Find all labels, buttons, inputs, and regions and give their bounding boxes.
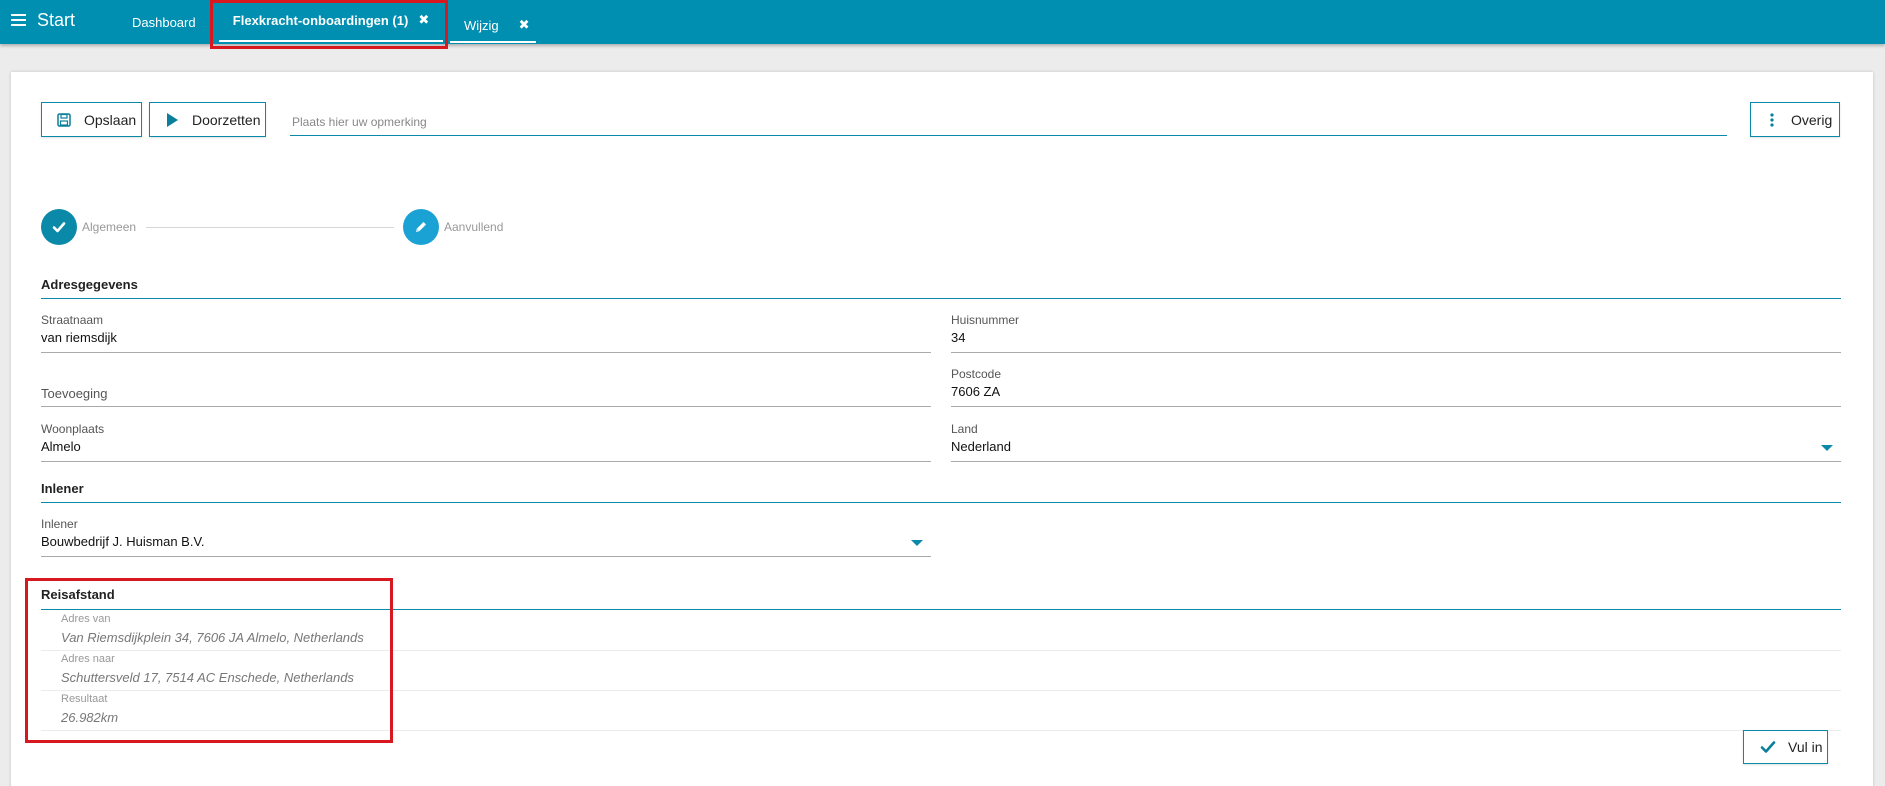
field-label: Land <box>951 422 978 436</box>
save-button[interactable]: Opslaan <box>41 102 142 137</box>
step-aanvullend[interactable] <box>403 209 439 245</box>
check-icon <box>1758 740 1778 754</box>
field-label: Huisnummer <box>951 313 1020 327</box>
suffix-field[interactable]: Toevoeging <box>41 367 931 407</box>
tab-label: Flexkracht-onboardingen (1) <box>232 12 409 28</box>
section-divider <box>41 609 1841 610</box>
floppy-disk-icon <box>54 112 74 127</box>
row-label: Adres van <box>61 613 111 625</box>
top-bar: Start Dashboard Flexkracht-onboardingen … <box>0 0 1885 44</box>
vertical-dots-icon <box>1767 112 1777 127</box>
row-value: Van Riemsdijkplein 34, 7606 JA Almelo, N… <box>61 630 364 645</box>
inlener-select[interactable]: Inlener Bouwbedrijf J. Huisman B.V. <box>41 517 931 557</box>
street-field[interactable]: Straatnaam van riemsdijk <box>41 313 931 353</box>
dropdown-arrow-icon[interactable] <box>911 540 923 546</box>
more-button[interactable]: Overig <box>1750 102 1840 137</box>
remark-input[interactable] <box>290 108 1727 136</box>
tab-dashboard[interactable]: Dashboard <box>132 0 196 44</box>
section-title-address: Adresgegevens <box>41 277 138 292</box>
fill-in-button[interactable]: Vul in <box>1743 730 1828 764</box>
more-label: Overig <box>1791 111 1833 128</box>
tab-flexkracht-onboardingen[interactable]: Flexkracht-onboardingen (1) ✖ <box>219 0 443 42</box>
field-value: Almelo <box>41 439 81 454</box>
save-label: Opslaan <box>84 111 137 128</box>
postcode-field[interactable]: Postcode 7606 ZA <box>951 367 1841 407</box>
travel-row-to: Adres naar Schuttersveld 17, 7514 AC Ens… <box>41 651 1841 691</box>
close-icon[interactable]: ✖ <box>519 17 530 33</box>
row-label: Adres naar <box>61 653 115 665</box>
field-label: Toevoeging <box>41 386 108 401</box>
section-divider <box>41 502 1841 503</box>
stepper-line <box>146 227 394 228</box>
tab-label: Dashboard <box>132 14 196 30</box>
row-label: Resultaat <box>61 693 108 705</box>
close-icon[interactable]: ✖ <box>418 12 429 28</box>
tab-label: Wijzig <box>464 17 499 33</box>
step-algemeen[interactable] <box>41 209 77 245</box>
pencil-icon <box>416 222 426 232</box>
row-value: 26.982km <box>61 710 119 725</box>
start-link[interactable]: Start <box>37 10 75 31</box>
field-value: 34 <box>951 330 966 345</box>
field-label: Inlener <box>41 517 78 531</box>
field-label: Straatnaam <box>41 313 104 327</box>
field-value: Nederland <box>951 439 1011 454</box>
travel-row-result: Resultaat 26.982km <box>41 691 1841 731</box>
step-label: Algemeen <box>82 220 137 234</box>
field-value: Bouwbedrijf J. Huisman B.V. <box>41 534 205 549</box>
fill-in-label: Vul in <box>1788 739 1823 755</box>
city-field[interactable]: Woonplaats Almelo <box>41 422 931 462</box>
main-panel: Opslaan Doorzetten Overig Algemeen Aanvu… <box>11 72 1873 786</box>
travel-row-from: Adres van Van Riemsdijkplein 34, 7606 JA… <box>41 611 1841 651</box>
section-title-travel: Reisafstand <box>41 587 115 602</box>
check-icon <box>52 222 66 233</box>
section-divider <box>41 298 1841 299</box>
house-number-field[interactable]: Huisnummer 34 <box>951 313 1841 353</box>
forward-label: Doorzetten <box>192 111 261 128</box>
section-title-inlener: Inlener <box>41 481 84 496</box>
field-label: Postcode <box>951 367 1002 381</box>
hamburger-menu-icon[interactable] <box>11 14 26 26</box>
tab-wijzig[interactable]: Wijzig ✖ <box>450 9 536 43</box>
play-icon <box>162 112 182 127</box>
step-label: Aanvullend <box>444 220 504 234</box>
row-value: Schuttersveld 17, 7514 AC Enschede, Neth… <box>61 670 354 685</box>
field-label: Woonplaats <box>41 422 105 436</box>
field-value: van riemsdijk <box>41 330 117 345</box>
dropdown-arrow-icon[interactable] <box>1821 445 1833 451</box>
country-select[interactable]: Land Nederland <box>951 422 1841 462</box>
field-value: 7606 ZA <box>951 384 1001 399</box>
forward-button[interactable]: Doorzetten <box>149 102 266 137</box>
